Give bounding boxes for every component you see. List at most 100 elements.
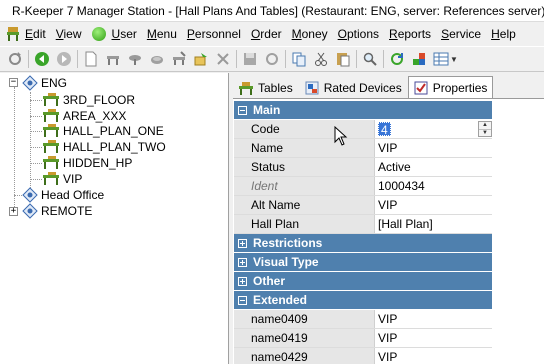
tab-rated-devices[interactable]: Rated Devices bbox=[299, 78, 408, 98]
property-row-name[interactable]: Name VIP bbox=[234, 139, 492, 158]
code-spin-edit[interactable]: 4 ▲ ▼ bbox=[378, 121, 492, 137]
property-row-hall-plan[interactable]: Hall Plan [Hall Plan] bbox=[234, 215, 492, 234]
tree-expand-icon[interactable]: + bbox=[9, 207, 18, 216]
group-other[interactable]: Other bbox=[234, 272, 492, 290]
sync-icon bbox=[391, 53, 403, 65]
menu-help-accel: H bbox=[491, 27, 500, 41]
collapse-icon[interactable] bbox=[238, 295, 247, 305]
property-caption: Hall Plan bbox=[234, 215, 375, 233]
hall-button[interactable] bbox=[146, 48, 168, 70]
tree-guide-line bbox=[30, 163, 42, 164]
menu-service[interactable]: Service bbox=[436, 22, 486, 46]
delete-button[interactable] bbox=[212, 48, 234, 70]
tree-node-head-office[interactable]: Head Office bbox=[22, 187, 104, 203]
menu-options-accel: O bbox=[337, 27, 347, 41]
tree-guide-line bbox=[30, 100, 42, 101]
toolbar-separator bbox=[77, 50, 78, 68]
tree-node-remote[interactable]: REMOTE bbox=[22, 203, 92, 219]
tab-properties[interactable]: Properties bbox=[407, 76, 494, 99]
menu-money-accel: M bbox=[291, 27, 302, 41]
tree-node-label: HIDDEN_HP bbox=[63, 156, 133, 170]
forward-button[interactable] bbox=[53, 48, 75, 70]
tree-node-vip[interactable]: VIP bbox=[42, 171, 82, 187]
undo-button[interactable] bbox=[261, 48, 283, 70]
cut-icon bbox=[315, 52, 327, 66]
refresh-button[interactable] bbox=[4, 48, 26, 70]
menu-edit-accel: E bbox=[25, 27, 34, 41]
group-extended[interactable]: Extended bbox=[234, 291, 492, 309]
menu-menu[interactable]: Menu bbox=[142, 22, 182, 46]
property-row-name0419[interactable]: name0419 VIP bbox=[234, 329, 492, 348]
code-input-value[interactable]: 4 bbox=[378, 122, 391, 137]
code-spinner[interactable]: ▲ ▼ bbox=[478, 121, 492, 137]
tree-node-hall-plan-one[interactable]: HALL_PLAN_ONE bbox=[42, 123, 164, 139]
tree-node-area-xxx[interactable]: AREA_XXX bbox=[42, 108, 126, 124]
menu-bar: Edit View User Menu Personnel Order Mone… bbox=[0, 22, 544, 46]
new-table-button[interactable] bbox=[102, 48, 124, 70]
spin-down-icon[interactable]: ▼ bbox=[479, 128, 491, 137]
tree-node-hall-plan-two[interactable]: HALL_PLAN_TWO bbox=[42, 139, 166, 155]
menu-order[interactable]: Order bbox=[246, 22, 287, 46]
property-value-cell[interactable]: 4 ▲ ▼ bbox=[375, 120, 492, 138]
property-grid[interactable]: Main Code 4 ▲ ▼ Name VIP Status Active I… bbox=[233, 98, 544, 364]
hall-plan-icon bbox=[43, 109, 59, 122]
paste-button[interactable] bbox=[332, 48, 354, 70]
tree-node-eng[interactable]: ENG bbox=[22, 75, 67, 91]
expand-icon[interactable] bbox=[238, 276, 247, 286]
group-main[interactable]: Main bbox=[234, 101, 492, 119]
back-icon bbox=[35, 52, 49, 66]
property-value[interactable]: VIP bbox=[375, 310, 492, 328]
property-value[interactable]: VIP bbox=[375, 348, 492, 364]
toolbar-separator bbox=[28, 50, 29, 68]
group-title: Extended bbox=[253, 293, 308, 307]
search-button[interactable] bbox=[359, 48, 381, 70]
tree-collapse-icon[interactable]: − bbox=[9, 78, 18, 87]
menu-reports[interactable]: Reports bbox=[384, 22, 436, 46]
property-value[interactable]: VIP bbox=[375, 196, 492, 214]
property-value[interactable]: VIP bbox=[375, 329, 492, 347]
menu-view[interactable]: View bbox=[51, 22, 87, 46]
property-row-status[interactable]: Status Active bbox=[234, 158, 492, 177]
toolbar-separator bbox=[285, 50, 286, 68]
toolbar-separator bbox=[236, 50, 237, 68]
expand-icon[interactable] bbox=[238, 238, 247, 248]
property-row-name0429[interactable]: name0429 VIP bbox=[234, 348, 492, 364]
table-edit-button[interactable] bbox=[168, 48, 190, 70]
hall-plan-icon bbox=[43, 124, 59, 137]
save-button[interactable] bbox=[239, 48, 261, 70]
property-row-alt-name[interactable]: Alt Name VIP bbox=[234, 196, 492, 215]
property-value: 1000434 bbox=[375, 177, 492, 195]
tree-node-3rd-floor[interactable]: 3RD_FLOOR bbox=[42, 92, 135, 108]
export-button[interactable] bbox=[190, 48, 212, 70]
property-value[interactable]: VIP bbox=[375, 139, 492, 157]
menu-order-label: rder bbox=[260, 27, 282, 41]
property-row-ident[interactable]: Ident 1000434 bbox=[234, 177, 492, 196]
restaurant-tree[interactable]: − ENG 3RD_FLOOR AREA_XXX HALL_PLAN_ONE H… bbox=[0, 73, 229, 364]
menu-user[interactable]: User bbox=[87, 22, 142, 46]
cut-button[interactable] bbox=[310, 48, 332, 70]
menu-edit[interactable]: Edit bbox=[0, 22, 51, 46]
menu-personnel-label: ersonnel bbox=[194, 27, 241, 41]
property-row-name0409[interactable]: name0409 VIP bbox=[234, 310, 492, 329]
menu-personnel[interactable]: Personnel bbox=[182, 22, 246, 46]
tree-node-hidden-hp[interactable]: HIDDEN_HP bbox=[42, 155, 132, 171]
menu-options[interactable]: Options bbox=[333, 22, 384, 46]
property-value[interactable]: [Hall Plan] bbox=[375, 215, 492, 233]
table-button[interactable] bbox=[124, 48, 146, 70]
tab-tables[interactable]: Tables bbox=[233, 78, 299, 98]
copy-button[interactable] bbox=[288, 48, 310, 70]
group-visual-type[interactable]: Visual Type bbox=[234, 253, 492, 271]
menu-help[interactable]: Help bbox=[486, 22, 521, 46]
group-restrictions[interactable]: Restrictions bbox=[234, 234, 492, 252]
property-row-code[interactable]: Code 4 ▲ ▼ bbox=[234, 120, 492, 139]
palette-button[interactable] bbox=[408, 48, 430, 70]
new-document-button[interactable] bbox=[80, 48, 102, 70]
chevron-down-icon[interactable]: ▼ bbox=[450, 55, 458, 64]
back-button[interactable] bbox=[31, 48, 53, 70]
expand-icon[interactable] bbox=[238, 257, 247, 267]
property-value[interactable]: Active bbox=[375, 158, 492, 176]
grid-view-button[interactable] bbox=[430, 48, 452, 70]
menu-money[interactable]: Money bbox=[287, 22, 333, 46]
sync-button[interactable] bbox=[386, 48, 408, 70]
collapse-icon[interactable] bbox=[238, 105, 247, 115]
